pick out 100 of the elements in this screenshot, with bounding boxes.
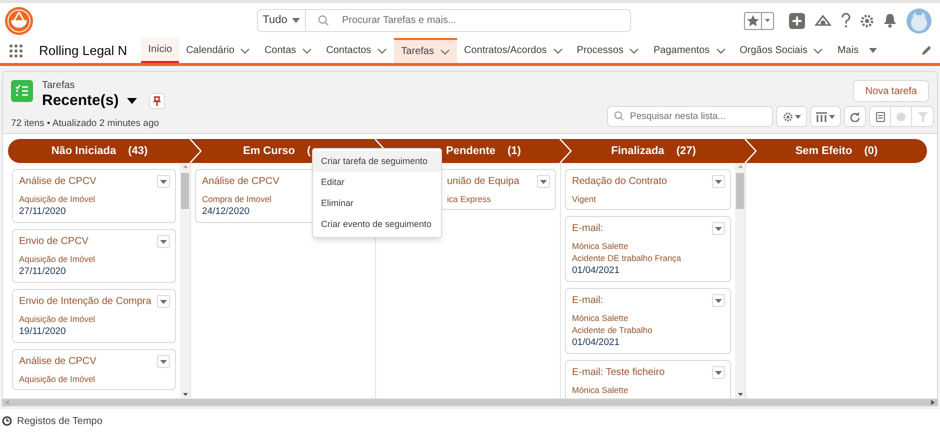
related-record[interactable]: Aquisição de Imóvel [19,373,96,385]
related-record[interactable]: Mónica Salette [572,240,628,252]
nav-tab[interactable]: Contas [257,38,320,63]
card-menu-button[interactable] [712,366,725,379]
scope-dropdown[interactable]: Tudo [258,10,306,31]
vertical-scrollbar[interactable] [735,163,745,398]
search-field[interactable]: Procurar Tarefas e mais... [306,10,630,31]
nav-tab[interactable]: Mais [830,38,884,63]
settings-icon[interactable] [860,14,874,28]
card-menu-button[interactable] [157,295,170,308]
card-menu-button[interactable] [537,175,550,188]
chevron-icon [189,139,202,163]
nav-tab[interactable]: Calendário [179,38,258,63]
vertical-scrollbar[interactable] [180,163,190,398]
related-record[interactable]: Aquisição de Imóvel [19,253,96,265]
horizontal-scrollbar[interactable] [2,398,938,407]
task-card[interactable]: Análise de CPCV Aquisição de Imóvel [12,349,176,390]
settings-icon [782,112,792,122]
related-record[interactable]: ica Express [447,193,491,205]
related-record[interactable]: Aquisição de Imóvel [19,193,96,205]
chevron-down-icon [629,48,640,54]
card-title[interactable]: Análise de CPCV [202,175,280,189]
due-date: 01/04/2021 [572,336,620,349]
caret-icon [794,114,800,118]
task-card[interactable]: E-mail: Teste ficheiro Mónica Salette [565,360,731,398]
card-menu-button[interactable] [712,294,725,307]
card-title[interactable]: E-mail: Teste ficheiro [572,366,665,380]
related-record[interactable]: Mónica Salette [572,312,628,324]
caret-icon [292,18,300,23]
new-task-button[interactable]: Nova tarefa [853,80,929,102]
related-record[interactable]: Acidente de Trabalho [572,324,652,336]
menu-item[interactable]: Eliminar [313,193,441,214]
pin-button[interactable] [148,93,165,109]
due-date: 27/11/2020 [19,265,66,278]
nav-tab[interactable]: Contratos/Acordos [456,38,570,63]
edit-icon[interactable] [921,45,932,56]
related-record[interactable]: Vigent [572,193,596,205]
menu-item[interactable]: Criar evento de seguimento [313,214,441,235]
menu-item[interactable]: Criar tarefa de seguimento [313,151,441,172]
related-record[interactable]: Aquisição de Imóvel [19,313,96,325]
nav-tab[interactable]: Início [141,38,180,63]
star-icon [745,12,761,28]
card-title[interactable]: união de Equipa [447,175,520,189]
card-title[interactable]: Análise de CPCV [19,175,96,189]
card-title[interactable]: Envio de CPCV [19,235,88,249]
refresh-button[interactable] [844,106,866,127]
card-menu-button[interactable] [712,222,725,235]
task-card[interactable]: E-mail: Mónica Salette Acidente de Trabalho 01/04/2021 [565,288,731,354]
scrollbar-thumb[interactable] [181,173,189,209]
task-card[interactable]: Envio de CPCV Aquisição de Imóvel 27/11/2020 [12,229,176,283]
card-title[interactable]: E-mail: [572,222,604,236]
list-search-field[interactable]: Pesquisar nesta lista... [607,106,773,127]
related-record[interactable]: Mónica Salette [572,384,628,396]
card-menu-button[interactable] [157,175,170,188]
display-dropdown-button[interactable] [810,106,841,127]
add-icon[interactable] [789,12,805,28]
app-launcher-icon[interactable] [9,44,23,58]
caret-icon [829,114,835,118]
card-title[interactable]: Análise de CPCV [19,355,96,369]
chevron-down-icon [716,48,726,54]
clock-icon [2,416,12,426]
settings-dropdown-button[interactable] [776,106,807,127]
logo-icon[interactable] [4,6,34,36]
chevron-down-icon [302,48,312,54]
nav-tab[interactable]: Pagamentos [646,38,733,63]
task-card[interactable]: Redação do Contrato Vigent [565,169,731,210]
task-card[interactable]: Análise de CPCV Aquisição de Imóvel 27/11/2020 [12,169,176,223]
task-card[interactable]: E-mail: Mónica Salette Acidente DE trabalho França 01/04/2021 [565,216,731,282]
favorites-button[interactable] [744,12,774,30]
arrow-down-icon[interactable] [182,393,188,396]
caret-icon [160,300,167,304]
menu-item[interactable]: Editar [313,172,441,193]
nav-tab[interactable]: Tarefas [394,38,457,63]
card-menu-button[interactable] [157,355,170,368]
card-menu-button[interactable] [157,235,170,248]
card-title[interactable]: Envio de Intenção de Compra [19,295,152,309]
list-status-text: 72 itens • Atualizado 2 minutes ago [11,117,160,131]
nav-tab[interactable]: Contactos [319,38,394,63]
card-title[interactable]: E-mail: [572,294,604,308]
list-view-selector[interactable]: Recente(s) [42,92,137,110]
column-header[interactable]: Sem Efeito (0) [746,139,927,163]
due-date: 19/11/2020 [19,325,66,338]
search-bar[interactable]: Tudo Procurar Tarefas e mais... [257,9,631,32]
footer-tab[interactable]: Registos de Tempo [17,414,102,428]
bell-icon[interactable] [883,13,897,28]
nav-tab[interactable]: Orgãos Sociais [732,38,830,63]
related-record[interactable]: Compra de Imovel [202,193,272,205]
task-card[interactable]: Envio de Intenção de Compra Aquisição de Imóvel 19/11/2020 [12,289,176,343]
arrow-down-icon[interactable] [738,393,742,396]
filter-icon [918,112,928,122]
nav-tab[interactable]: Processos [570,38,646,63]
related-record[interactable]: Acidente DE trabalho França [572,252,682,264]
caret-icon [126,98,137,104]
help-icon[interactable] [841,13,851,28]
caret-icon [160,180,167,184]
arrow-right-icon[interactable] [931,400,935,405]
card-menu-button[interactable] [712,175,725,188]
caret-icon [715,298,722,302]
scrollbar-thumb[interactable] [736,173,744,209]
card-title[interactable]: Redação do Contrato [572,175,668,189]
